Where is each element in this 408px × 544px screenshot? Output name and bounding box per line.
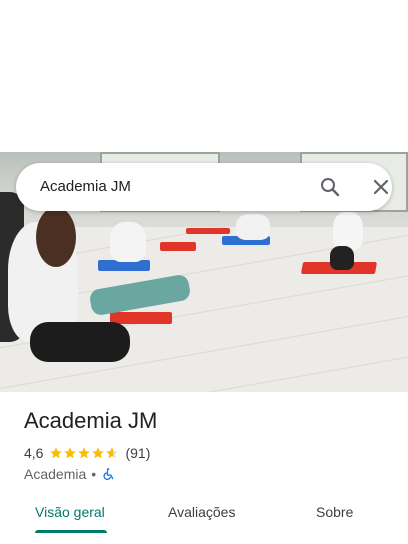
photo-mat (110, 312, 172, 324)
star-icon (78, 447, 91, 459)
category-row: Academia • (24, 465, 115, 483)
map-area (0, 0, 408, 152)
star-icon (50, 447, 63, 459)
photo-mat (186, 228, 230, 234)
close-icon[interactable] (369, 175, 393, 199)
photo-mat (160, 242, 196, 251)
active-tab-indicator (35, 530, 107, 533)
tab-reviews[interactable]: Avaliações (168, 504, 235, 520)
photo-person (36, 207, 76, 267)
place-title: Academia JM (24, 408, 158, 433)
photo-person (330, 246, 354, 270)
star-icon (92, 447, 105, 459)
rating-row[interactable]: 4,6 (91) (24, 444, 150, 462)
tab-about[interactable]: Sobre (316, 504, 353, 520)
photo-person (110, 222, 146, 262)
tab-bar: Visão geral Avaliações Sobre (0, 496, 408, 536)
review-count[interactable]: (91) (125, 445, 150, 461)
tab-overview[interactable]: Visão geral (35, 504, 105, 520)
separator-dot: • (91, 466, 97, 482)
place-category: Academia (24, 466, 87, 482)
star-icon (64, 447, 77, 459)
photo-person (236, 214, 270, 240)
rating-value: 4,6 (24, 445, 44, 461)
photo-person (30, 322, 130, 362)
search-icon[interactable] (318, 175, 342, 199)
search-bar[interactable]: Academia JM (16, 163, 392, 211)
star-half-icon (106, 447, 119, 459)
star-rating (49, 446, 119, 460)
search-input[interactable]: Academia JM (40, 178, 131, 195)
wheelchair-icon (103, 468, 114, 480)
photo-person (333, 212, 363, 250)
